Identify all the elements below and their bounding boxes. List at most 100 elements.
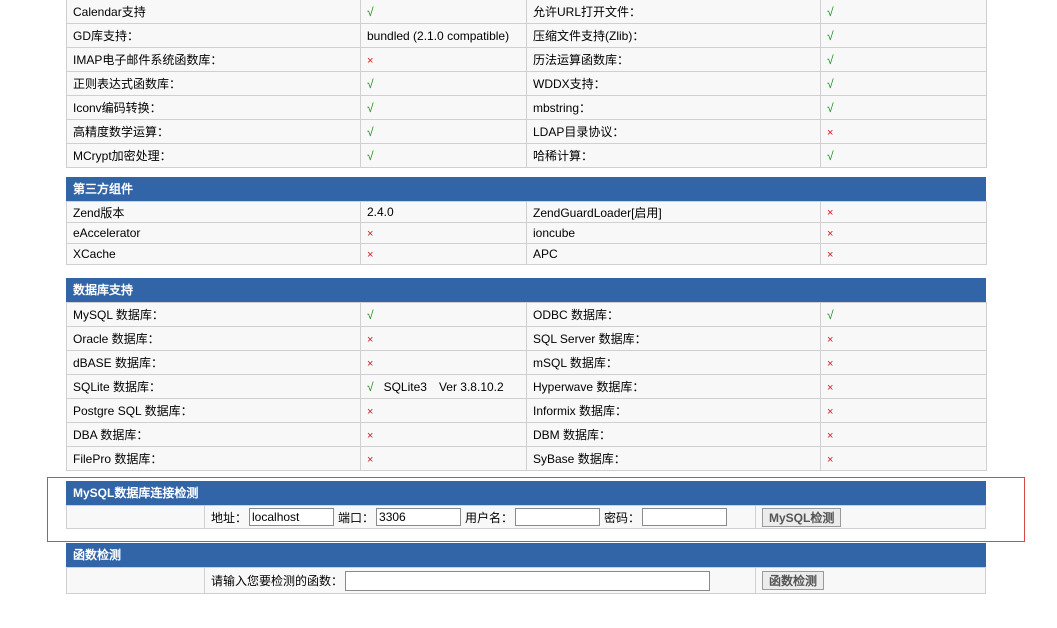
check-mark-icon: √ [827, 28, 834, 43]
password-input[interactable] [642, 508, 728, 526]
mysql-button-cell: MySQL检测 [756, 506, 985, 528]
table-row: 高精度数学运算： √ LDAP目录协议： × [66, 119, 987, 144]
feature-label: MySQL 数据库： [66, 302, 361, 327]
feature-label: IMAP电子邮件系统函数库： [66, 47, 361, 72]
host-label: 地址： [211, 510, 248, 525]
section-header-mysql-check: MySQL数据库连接检测 [66, 481, 986, 505]
check-mark-icon: √ [367, 148, 374, 163]
feature-value: 2.4.0 [360, 201, 527, 223]
general-components-table: Calendar支持 √ 允许URL打开文件： √ GD库支持： bundled (2.1… [66, 0, 987, 168]
feature-value: √ [820, 0, 987, 24]
username-label: 用户名： [465, 510, 514, 525]
table-row: MCrypt加密处理： √ 哈稀计算： √ [66, 143, 987, 168]
feature-label: GD库支持： [66, 23, 361, 48]
section-header-function-check: 函数检测 [66, 543, 986, 567]
feature-label: dBASE 数据库： [66, 350, 361, 375]
feature-value: √ [820, 23, 987, 48]
feature-label: Oracle 数据库： [66, 326, 361, 351]
cross-mark-icon: × [827, 333, 834, 346]
check-mark-icon: √ [827, 52, 834, 67]
feature-label: eAccelerator [66, 222, 361, 244]
feature-label: XCache [66, 243, 361, 265]
feature-label: FilePro 数据库： [66, 446, 361, 471]
cross-mark-icon: × [827, 228, 834, 240]
username-input[interactable] [515, 508, 601, 526]
table-row: Oracle 数据库： × SQL Server 数据库： × [66, 326, 987, 351]
feature-label: Zend版本 [66, 201, 361, 223]
table-row: Iconv编码转换： √ mbstring： √ [66, 95, 987, 120]
feature-label: APC [526, 243, 821, 265]
check-mark-icon: √ [367, 76, 374, 91]
feature-label: WDDX支持： [526, 71, 821, 96]
form-spacer [67, 568, 205, 593]
feature-value: √ [360, 119, 527, 144]
cross-mark-icon: × [367, 333, 374, 346]
password-label: 密码： [604, 510, 641, 525]
form-spacer [67, 506, 205, 528]
table-row: GD库支持： bundled (2.1.0 compatible) 压缩文件支持(Z… [66, 23, 987, 48]
check-mark-icon: √ [367, 307, 374, 322]
feature-extra: SQLite3 [383, 379, 427, 394]
feature-label: 允许URL打开文件： [526, 0, 821, 24]
table-row: MySQL 数据库： √ ODBC 数据库： √ [66, 302, 987, 327]
check-mark-icon: √ [827, 307, 834, 322]
feature-value: × [360, 398, 527, 423]
cross-mark-icon: × [367, 429, 374, 442]
mysql-check-button[interactable]: MySQL检测 [762, 507, 842, 527]
cross-mark-icon: × [827, 126, 834, 139]
feature-value: √ [360, 95, 527, 120]
section-header-third-party: 第三方组件 [66, 177, 986, 201]
feature-value: × [360, 326, 527, 351]
feature-value: × [820, 326, 987, 351]
table-row: eAccelerator × ioncube × [66, 222, 987, 244]
feature-value: × [360, 422, 527, 447]
feature-label: SQLite 数据库： [66, 374, 361, 399]
feature-value: √ [820, 302, 987, 327]
feature-value: × [820, 201, 987, 223]
check-mark-icon: √ [827, 148, 834, 163]
feature-label: ODBC 数据库： [526, 302, 821, 327]
feature-version: Ver 3.8.10.2 [438, 379, 504, 394]
function-name-input[interactable] [345, 570, 711, 591]
feature-label: ZendGuardLoader[启用] [526, 201, 821, 223]
feature-value: × [820, 243, 987, 265]
feature-label: SQL Server 数据库： [526, 326, 821, 351]
feature-value: √ [820, 95, 987, 120]
cross-mark-icon: × [367, 249, 374, 261]
host-input[interactable] [249, 508, 335, 526]
general-components-section: Calendar支持 √ 允许URL打开文件： √ GD库支持： bundled (2.1… [66, 0, 987, 168]
feature-value: × [820, 119, 987, 144]
function-button-cell: 函数检测 [756, 568, 985, 593]
check-mark-icon: √ [367, 124, 374, 139]
feature-value: √ SQLite3 Ver 3.8.10.2 [360, 374, 527, 399]
table-row: Postgre SQL 数据库： × Informix 数据库： × [66, 398, 987, 423]
table-row: XCache × APC × [66, 243, 987, 265]
feature-value: √ [820, 71, 987, 96]
table-row: IMAP电子邮件系统函数库： × 历法运算函数库： √ [66, 47, 987, 72]
feature-label: mbstring： [526, 95, 821, 120]
feature-value: × [360, 243, 527, 265]
cross-mark-icon: × [367, 357, 374, 370]
table-row: 正则表达式函数库： √ WDDX支持： √ [66, 71, 987, 96]
third-party-section: 第三方组件 Zend版本 2.4.0 ZendGuardLoader[启用] × eAc… [66, 177, 987, 265]
feature-label: DBA 数据库： [66, 422, 361, 447]
port-input[interactable] [376, 508, 462, 526]
cross-mark-icon: × [827, 381, 834, 394]
feature-value: bundled (2.1.0 compatible) [360, 23, 527, 48]
feature-value: √ [820, 47, 987, 72]
feature-value: × [820, 222, 987, 244]
feature-value: × [360, 47, 527, 72]
check-mark-icon: √ [367, 379, 374, 394]
database-support-table: MySQL 数据库： √ ODBC 数据库： √ Oracle 数据库： × SQL Ser… [66, 302, 987, 471]
table-row: DBA 数据库： × DBM 数据库： × [66, 422, 987, 447]
feature-label: 正则表达式函数库： [66, 71, 361, 96]
feature-label: Informix 数据库： [526, 398, 821, 423]
port-label: 端口： [338, 510, 375, 525]
mysql-fields: 地址： 端口： 用户名： 密码： [205, 506, 756, 528]
cross-mark-icon: × [367, 405, 374, 418]
feature-label: 哈稀计算： [526, 143, 821, 168]
function-check-button[interactable]: 函数检测 [762, 571, 825, 590]
feature-label: LDAP目录协议： [526, 119, 821, 144]
feature-label: MCrypt加密处理： [66, 143, 361, 168]
feature-label: SyBase 数据库： [526, 446, 821, 471]
